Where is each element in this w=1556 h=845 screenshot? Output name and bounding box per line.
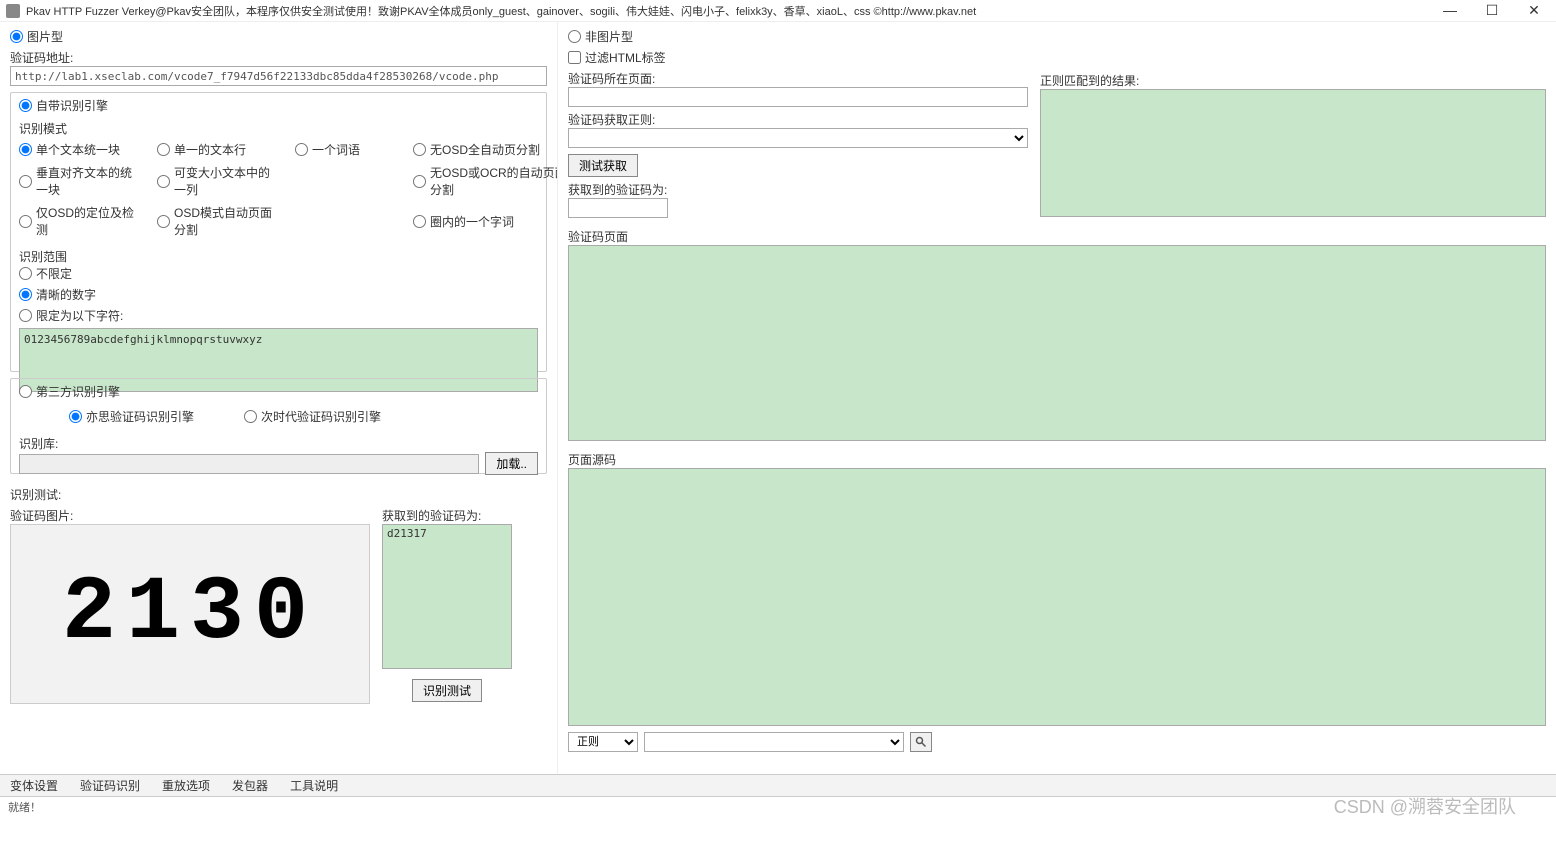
window-title: Pkav HTTP Fuzzer Verkey@Pkav安全团队，本程序仅供安全…: [26, 3, 1440, 19]
filter-html-checkbox[interactable]: [568, 51, 581, 64]
source-label: 页面源码: [568, 451, 1546, 468]
mode-r3c4-label: 圈内的一个字词: [430, 213, 514, 230]
range-unlimited-radio[interactable]: [19, 267, 32, 280]
image-type-radio[interactable]: [10, 30, 23, 43]
lib-path-input[interactable]: [19, 454, 479, 474]
captcha-result-box: d21317: [382, 524, 512, 669]
third-engine-label: 第三方识别引擎: [36, 383, 120, 400]
mode-r2c1[interactable]: [19, 175, 32, 188]
range-limit-chars-label: 限定为以下字符:: [36, 307, 123, 324]
range-limit-chars-radio[interactable]: [19, 309, 32, 322]
vcode-page-input[interactable]: [568, 87, 1028, 107]
test-label: 识别测试:: [10, 486, 547, 503]
third-engine-group: 第三方识别引擎 亦思验证码识别引擎 次时代验证码识别引擎 识别库: 加载..: [10, 378, 547, 474]
builtin-engine-label: 自带识别引擎: [36, 97, 108, 114]
third-a-radio[interactable]: [69, 410, 82, 423]
mode-r3c2-label: OSD模式自动页面分割: [174, 204, 277, 238]
status-text: 就绪！: [8, 799, 41, 815]
main-content: 图片型 验证码地址: 自带识别引擎 识别模式 单个文本统一块 单一的文本行 一个…: [0, 22, 1556, 774]
tab-tool-desc[interactable]: 工具说明: [286, 775, 342, 796]
captcha-digits: 2130: [62, 563, 318, 665]
regex-label: 验证码获取正则:: [568, 111, 1028, 128]
mode-r1c3[interactable]: [295, 143, 308, 156]
vcode-page-textarea[interactable]: [568, 245, 1546, 441]
recognize-test-button[interactable]: 识别测试: [412, 679, 482, 702]
titlebar: Pkav HTTP Fuzzer Verkey@Pkav安全团队，本程序仅供安全…: [0, 0, 1556, 22]
image-type-label: 图片型: [27, 28, 63, 45]
load-button[interactable]: 加载..: [485, 452, 538, 475]
mode-label: 识别模式: [19, 120, 538, 137]
regex-result-label: 正则匹配到的结果:: [1040, 72, 1546, 89]
regex-pattern-combo[interactable]: [644, 732, 904, 752]
builtin-engine-group: 自带识别引擎 识别模式 单个文本统一块 单一的文本行 一个词语 无OSD全自动页…: [10, 92, 547, 372]
status-bar: 就绪！: [0, 796, 1556, 816]
app-icon: [6, 4, 20, 18]
third-b-radio[interactable]: [244, 410, 257, 423]
maximize-button[interactable]: ☐: [1482, 2, 1502, 19]
image-type-radio-row: 图片型: [10, 28, 547, 45]
mode-r1c2[interactable]: [157, 143, 170, 156]
tab-sender[interactable]: 发包器: [228, 775, 272, 796]
mode-r3c4[interactable]: [413, 215, 426, 228]
captcha-image-block: 验证码图片: 2130: [10, 507, 370, 704]
window-controls: — ☐ ✕: [1440, 2, 1550, 19]
regex-combo[interactable]: [568, 128, 1028, 148]
page-label: 验证码所在页面:: [568, 70, 1028, 87]
mode-r3c1-label: 仅OSD的定位及检测: [36, 204, 139, 238]
regex-type-combo[interactable]: 正则: [568, 732, 638, 752]
range-clear-digits-label: 清晰的数字: [36, 286, 96, 303]
mode-r2c2-label: 可变大小文本中的一列: [174, 164, 277, 198]
tab-captcha-recognize[interactable]: 验证码识别: [76, 775, 144, 796]
range-unlimited-label: 不限定: [36, 265, 72, 282]
search-button[interactable]: [910, 732, 932, 752]
mode-r1c1-label: 单个文本统一块: [36, 141, 120, 158]
mode-r1c3-label: 一个词语: [312, 141, 360, 158]
captcha-result-block: 获取到的验证码为: d21317 识别测试: [382, 507, 512, 702]
mode-r1c2-label: 单一的文本行: [174, 141, 246, 158]
search-icon: [915, 736, 927, 748]
source-textarea[interactable]: [568, 468, 1546, 726]
mode-r3c2[interactable]: [157, 215, 170, 228]
lib-label: 识别库:: [19, 435, 538, 452]
non-image-label: 非图片型: [585, 28, 633, 45]
mode-r2c1-label: 垂直对齐文本的统一块: [36, 164, 139, 198]
mode-r1c4-label: 无OSD全自动页分割: [430, 141, 540, 158]
range-label: 识别范围: [19, 248, 538, 265]
addr-row: 验证码地址:: [10, 49, 547, 86]
vcode-page-label: 验证码页面: [568, 228, 1546, 245]
left-panel: 图片型 验证码地址: 自带识别引擎 识别模式 单个文本统一块 单一的文本行 一个…: [0, 22, 558, 774]
filter-html-label: 过滤HTML标签: [585, 49, 666, 66]
addr-label: 验证码地址:: [10, 49, 547, 66]
tab-replay-options[interactable]: 重放选项: [158, 775, 214, 796]
third-b-label: 次时代验证码识别引擎: [261, 408, 381, 425]
bottom-tabs: 变体设置 验证码识别 重放选项 发包器 工具说明: [0, 774, 1556, 796]
right-panel: 非图片型 过滤HTML标签 验证码所在页面: 验证码获取正则: 测试获取 获取到…: [558, 22, 1556, 774]
mode-r2c4[interactable]: [413, 175, 426, 188]
non-image-radio[interactable]: [568, 30, 581, 43]
close-button[interactable]: ✕: [1524, 2, 1544, 19]
minimize-button[interactable]: —: [1440, 2, 1460, 19]
mode-grid: 单个文本统一块 单一的文本行 一个词语 无OSD全自动页分割 垂直对齐文本的统一…: [19, 141, 538, 238]
captcha-url-input[interactable]: [10, 66, 547, 86]
regex-result-box: [1040, 89, 1546, 217]
captcha-result-label: 获取到的验证码为:: [382, 507, 512, 524]
got-code-label: 获取到的验证码为:: [568, 181, 1028, 198]
mode-r1c4[interactable]: [413, 143, 426, 156]
range-clear-digits-radio[interactable]: [19, 288, 32, 301]
got-code-input[interactable]: [568, 198, 668, 218]
mode-r1c1[interactable]: [19, 143, 32, 156]
mode-r2c2[interactable]: [157, 175, 170, 188]
mode-r3c1[interactable]: [19, 215, 32, 228]
third-a-label: 亦思验证码识别引擎: [86, 408, 194, 425]
test-extract-button[interactable]: 测试获取: [568, 154, 638, 177]
mode-r2c4-label: 无OSD或OCR的自动页面分割: [430, 164, 558, 198]
tab-variant-settings[interactable]: 变体设置: [6, 775, 62, 796]
third-engine-radio[interactable]: [19, 385, 32, 398]
captcha-img-label: 验证码图片:: [10, 507, 370, 524]
captcha-image: 2130: [10, 524, 370, 704]
builtin-engine-radio[interactable]: [19, 99, 32, 112]
